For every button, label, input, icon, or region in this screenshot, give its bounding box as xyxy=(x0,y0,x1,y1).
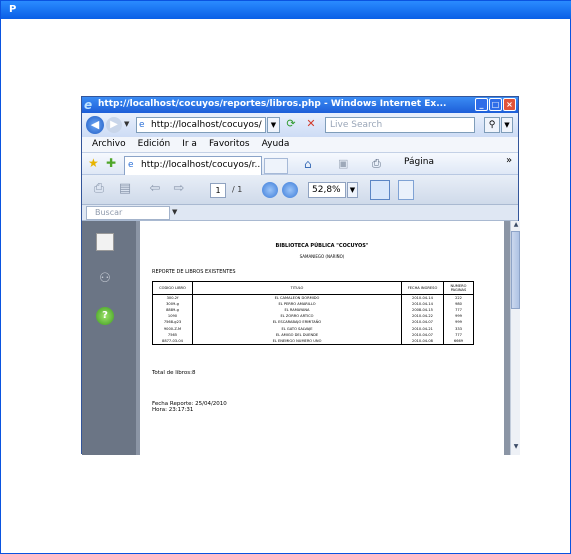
page-menu[interactable]: Página xyxy=(404,157,434,167)
find-bar: Buscar ▼ xyxy=(82,205,518,221)
menu-favoritos[interactable]: Favoritos xyxy=(209,139,250,152)
menu-ayuda[interactable]: Ayuda xyxy=(262,139,290,152)
stop-icon: ✕ xyxy=(306,117,316,130)
zoom-input[interactable]: 52,8% xyxy=(308,182,346,198)
find-dropdown[interactable]: ▼ xyxy=(172,208,177,216)
pdf-side-panel: ⚇ ? xyxy=(82,221,136,455)
browser-title: http://localhost/cocuyos/reportes/libros… xyxy=(98,99,447,109)
zoom-out-button[interactable] xyxy=(262,182,278,198)
home-icon[interactable]: ⌂ xyxy=(304,157,312,171)
save-pdf-icon[interactable]: ▤ xyxy=(116,181,134,199)
search-options-dropdown[interactable]: ▼ xyxy=(501,117,513,133)
page-total: / 1 xyxy=(232,185,243,194)
pdf-page: BIBLIOTECA PÚBLICA "COCUYOS" SAMANIEGO (… xyxy=(140,221,504,455)
report-time: Hora: 23:17:31 xyxy=(152,407,194,413)
menu-ir-a[interactable]: Ir a xyxy=(182,139,197,152)
menu-archivo[interactable]: Archivo xyxy=(92,139,126,152)
address-value: http://localhost/cocuyos/ xyxy=(151,120,262,130)
cell-title: EL ENEMIGO NUMERO UNO xyxy=(192,337,402,345)
forward-arrow-icon: ▶ xyxy=(110,119,118,130)
menu-bar: Archivo Edición Ir a Favoritos Ayuda xyxy=(82,137,518,153)
cell-code: 8877-03-04 xyxy=(152,337,193,345)
cell-date: 2010-04-08 xyxy=(401,337,444,345)
tab-bar: ★ ✚ e http://localhost/cocuyos/r... ⌂ ▣ … xyxy=(82,153,518,175)
back-arrow-icon: ◀ xyxy=(90,118,100,131)
address-toolbar: ◀ ▶ ▼ e http://localhost/cocuyos/ ▼ ⟳ ✕ … xyxy=(82,113,518,137)
recent-pages-dropdown[interactable]: ▼ xyxy=(124,120,129,128)
address-dropdown[interactable]: ▼ xyxy=(267,117,280,133)
scroll-up-arrow[interactable]: ▲ xyxy=(511,221,520,231)
report-heading: REPORTE DE LIBROS EXISTENTES xyxy=(152,269,236,275)
star-icon[interactable]: ★ xyxy=(88,156,99,170)
books-table: CODIGO LIBRO TITULO FECHA INGRESO NUMERO… xyxy=(152,281,474,345)
tab-active[interactable]: e http://localhost/cocuyos/r... xyxy=(124,156,262,175)
scroll-down-arrow[interactable]: ▼ xyxy=(511,443,520,453)
books-total: Total de libros:8 xyxy=(152,370,196,376)
document-title: BIBLIOTECA PÚBLICA "COCUYOS" xyxy=(275,243,369,249)
menu-edicion[interactable]: Edición xyxy=(138,139,171,152)
ie-logo-icon: e xyxy=(84,98,93,112)
pages-icon[interactable] xyxy=(96,233,114,251)
prev-page-icon[interactable]: ⇦ xyxy=(146,181,164,199)
feeds-icon[interactable]: ▣ xyxy=(338,157,348,170)
fit-page-icon[interactable] xyxy=(370,180,390,200)
print-pdf-icon[interactable]: ⎙ xyxy=(90,181,108,199)
zoom-in-button[interactable] xyxy=(282,182,298,198)
refresh-icon: ⟳ xyxy=(286,117,296,130)
binoculars-icon[interactable]: ⚇ xyxy=(96,271,114,289)
tab-page-icon: e xyxy=(128,160,134,170)
search-input[interactable]: Live Search xyxy=(325,117,475,133)
address-input[interactable]: e http://localhost/cocuyos/ xyxy=(136,117,266,133)
col-title: TITULO xyxy=(192,281,402,295)
col-code: CODIGO LIBRO xyxy=(152,281,193,295)
col-date: FECHA INGRESO xyxy=(401,281,444,295)
outer-window: P e http://localhost/cocuyos/reportes/li… xyxy=(0,0,571,554)
pdf-toolbar: ⎙ ▤ ⇦ ⇨ 1 / 1 52,8% ▼ xyxy=(82,175,518,205)
close-button[interactable]: × xyxy=(503,98,516,111)
page-number-input[interactable]: 1 xyxy=(210,183,226,198)
maximize-button[interactable]: □ xyxy=(489,98,502,111)
table-header-row: CODIGO LIBRO TITULO FECHA INGRESO NUMERO… xyxy=(152,281,474,295)
next-page-icon[interactable]: ⇨ xyxy=(170,181,188,199)
browser-window: e http://localhost/cocuyos/reportes/libr… xyxy=(81,96,520,455)
zoom-dropdown[interactable]: ▼ xyxy=(347,182,358,198)
tab-label: http://localhost/cocuyos/r... xyxy=(141,160,262,170)
more-chevron-icon[interactable]: » xyxy=(506,155,512,166)
forward-button[interactable]: ▶ xyxy=(106,117,122,133)
printer-icon[interactable]: ⎙ xyxy=(372,157,381,171)
add-favorite-icon[interactable]: ✚ xyxy=(106,156,116,170)
page-icon: e xyxy=(139,120,145,130)
browser-title-bar[interactable]: e http://localhost/cocuyos/reportes/libr… xyxy=(82,97,518,113)
vertical-scrollbar[interactable]: ▲ ▼ xyxy=(510,221,520,455)
refresh-button[interactable]: ⟳ xyxy=(284,117,298,133)
magnifier-icon: ⚲ xyxy=(488,120,496,130)
fit-width-icon[interactable] xyxy=(398,180,414,200)
help-icon[interactable]: ? xyxy=(96,307,114,325)
new-tab-button[interactable] xyxy=(264,158,288,174)
cell-pages: 6669 xyxy=(443,337,474,345)
scroll-thumb[interactable] xyxy=(511,231,520,309)
find-input[interactable]: Buscar xyxy=(86,206,170,220)
minimize-button[interactable]: _ xyxy=(475,98,488,111)
table-row: 8877-03-04 EL ENEMIGO NUMERO UNO 2010-04… xyxy=(152,337,474,345)
window-controls: _ □ × xyxy=(475,98,516,111)
outer-window-title: P xyxy=(1,1,571,19)
pdf-viewport[interactable]: BIBLIOTECA PÚBLICA "COCUYOS" SAMANIEGO (… xyxy=(136,221,520,455)
col-pages: NUMERO PAGINAS xyxy=(443,281,474,295)
back-button[interactable]: ◀ xyxy=(86,116,104,134)
document-subtitle: SAMANIEGO (NARIÑO) xyxy=(299,254,345,259)
search-button[interactable]: ⚲ xyxy=(484,117,500,133)
stop-button[interactable]: ✕ xyxy=(304,117,318,133)
